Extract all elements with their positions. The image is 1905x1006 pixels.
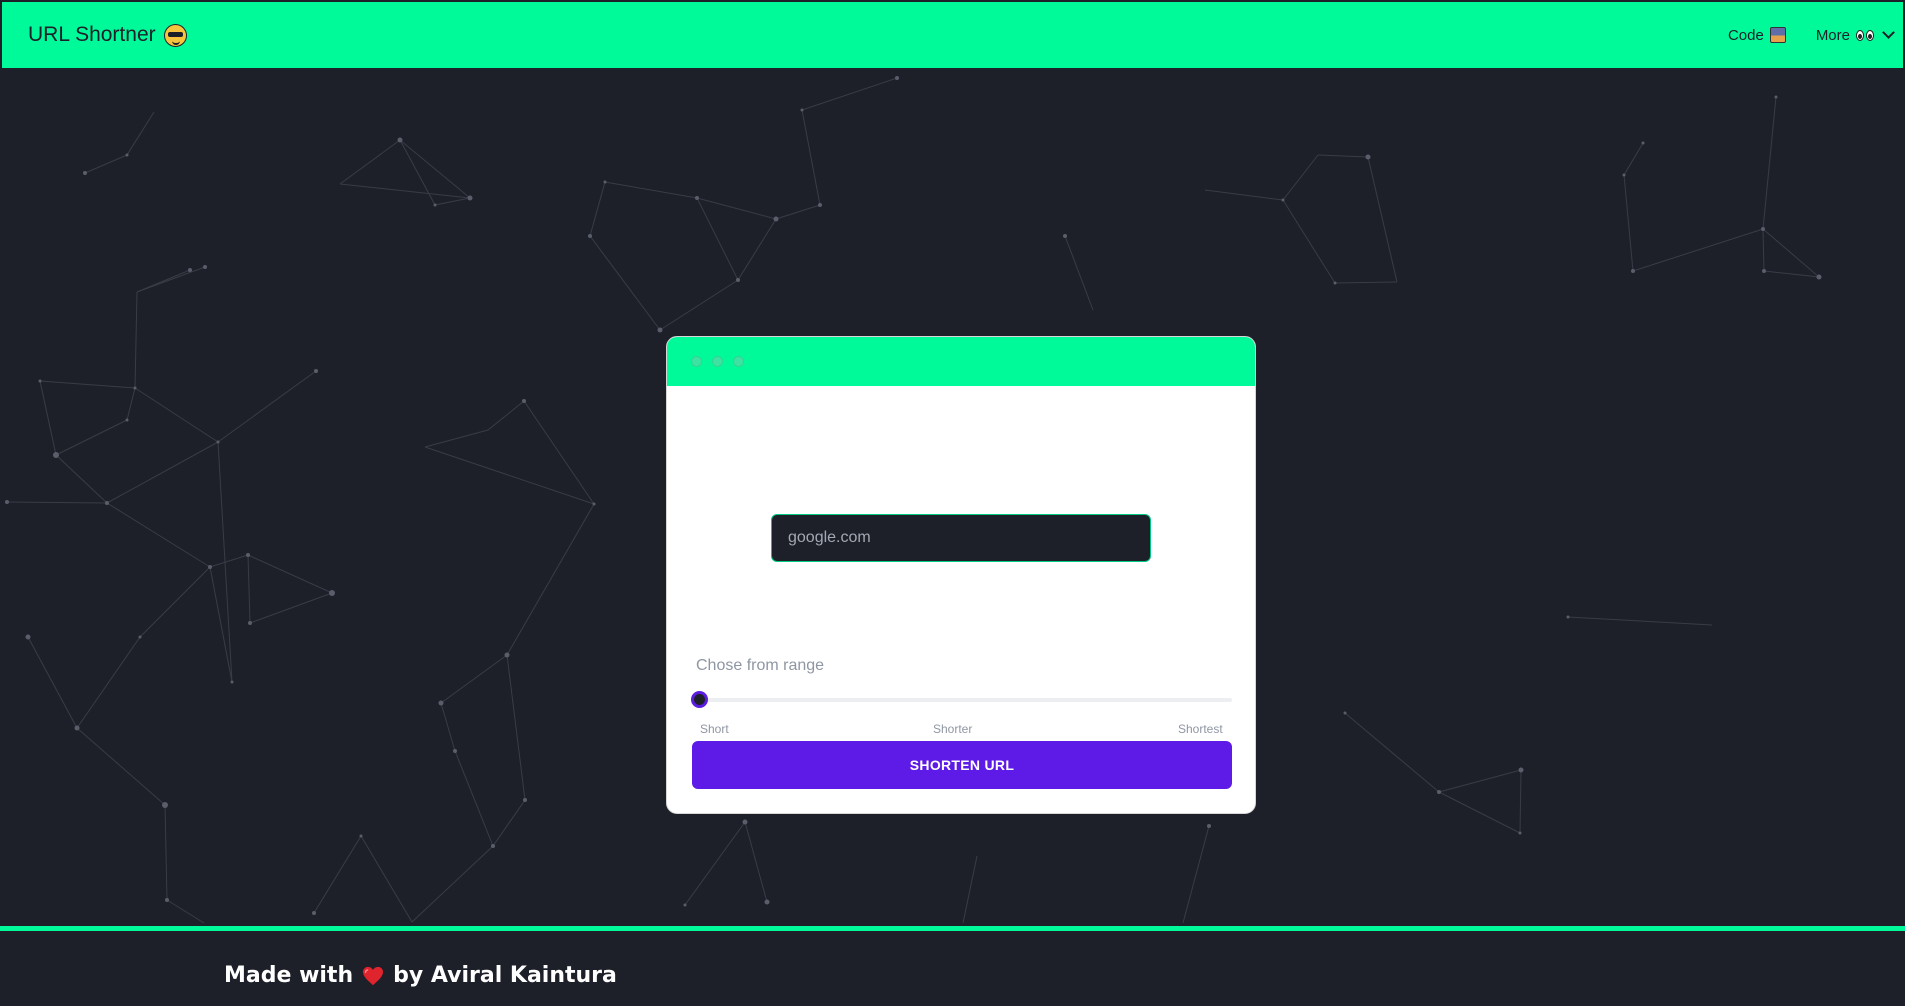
footer-suffix: by Aviral Kaintura [393,963,617,988]
shortener-card: Chose from range Short Shorter Shortest … [666,336,1256,814]
footer-credit: Made with by Aviral Kaintura [224,963,617,988]
length-slider-thumb[interactable] [691,691,708,708]
laptop-emoji-icon [1769,27,1786,43]
eyes-emoji-icon [1856,29,1874,41]
nav-links: Code More [1728,26,1895,44]
nav-link-code-label: Code [1727,26,1764,44]
app-title: URL Shortner [28,23,156,46]
heart-icon [363,966,384,985]
card-header [667,337,1255,386]
nav-link-more-label: More [1815,26,1850,44]
footer-prefix: Made with [224,963,354,988]
length-slider-track[interactable] [693,698,1232,702]
navbar: URL Shortner Code More [0,0,1905,70]
window-dot-icon [733,356,744,367]
url-input[interactable] [771,514,1151,562]
range-option-short: Short [700,722,729,736]
window-dot-icon [712,356,723,367]
brand[interactable]: URL Shortner [28,23,187,47]
range-option-shorter: Shorter [933,722,973,736]
nav-dropdown-more[interactable]: More [1815,26,1895,44]
sunglasses-emoji-icon [163,23,187,47]
shorten-url-button[interactable]: SHORTEN URL [692,741,1232,789]
range-option-shortest: Shortest [1178,722,1223,736]
range-label: Chose from range [696,657,825,674]
window-dot-icon [691,356,702,367]
chevron-down-icon[interactable] [1882,26,1895,39]
footer: Made with by Aviral Kaintura [0,926,1905,1006]
nav-link-code[interactable]: Code [1728,27,1786,44]
